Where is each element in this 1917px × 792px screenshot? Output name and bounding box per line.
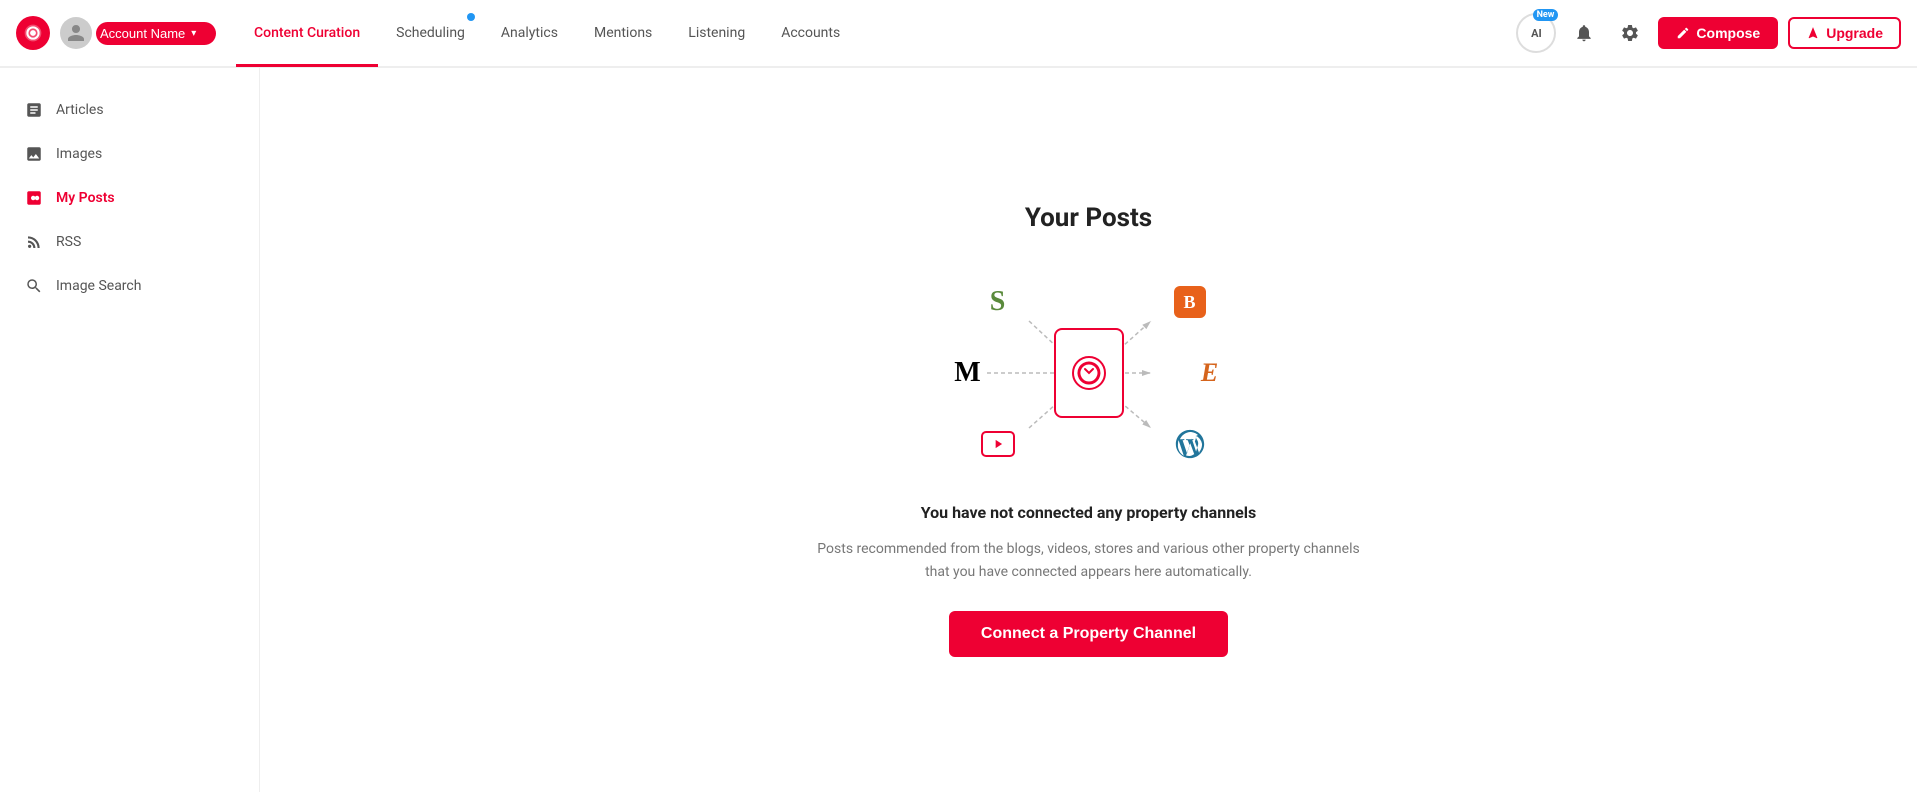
no-channels-description: Posts recommended from the blogs, videos…	[809, 538, 1369, 583]
ai-button[interactable]: AI New	[1516, 13, 1556, 53]
main-layout: Articles Images My Posts RSS Image Searc	[0, 68, 1917, 792]
sidebar-item-rss[interactable]: RSS	[0, 220, 259, 264]
youtube-icon-node	[979, 425, 1017, 463]
sidebar-item-images[interactable]: Images	[0, 132, 259, 176]
notifications-button[interactable]	[1566, 15, 1602, 51]
connect-property-channel-button[interactable]: Connect a Property Channel	[949, 611, 1228, 657]
account-name-label: Account Name	[100, 26, 185, 41]
ai-label: AI	[1531, 27, 1542, 40]
account-selector[interactable]: Account Name ▾	[96, 22, 216, 45]
sidebar-item-image-search[interactable]: Image Search	[0, 264, 259, 308]
nav-link-analytics[interactable]: Analytics	[483, 0, 576, 67]
wordpress-icon-node	[1171, 425, 1209, 463]
upgrade-label: Upgrade	[1826, 25, 1883, 41]
compose-button[interactable]: Compose	[1658, 17, 1778, 49]
user-avatar	[60, 17, 92, 49]
compose-label: Compose	[1696, 25, 1760, 41]
blogger-icon-node: B	[1171, 283, 1209, 321]
chevron-down-icon: ▾	[191, 28, 196, 39]
sidebar-item-rss-label: RSS	[56, 234, 81, 250]
sidebar: Articles Images My Posts RSS Image Searc	[0, 68, 260, 792]
page-title: Your Posts	[809, 203, 1369, 233]
rss-icon	[24, 232, 44, 252]
sidebar-item-articles[interactable]: Articles	[0, 88, 259, 132]
sidebar-item-images-label: Images	[56, 146, 102, 162]
my-posts-icon	[24, 188, 44, 208]
etsy-icon-node: E	[1191, 354, 1229, 392]
scheduling-badge	[467, 13, 475, 21]
sidebar-item-articles-label: Articles	[56, 102, 104, 118]
upgrade-button[interactable]: Upgrade	[1788, 17, 1901, 49]
images-icon	[24, 144, 44, 164]
medium-icon-node: M	[949, 354, 987, 392]
articles-icon	[24, 100, 44, 120]
nav-link-mentions[interactable]: Mentions	[576, 0, 670, 67]
nav-link-scheduling[interactable]: Scheduling	[378, 0, 483, 67]
topnav: Account Name ▾ Content Curation Scheduli…	[0, 0, 1917, 68]
posts-empty-state: Your Posts	[789, 183, 1389, 677]
shopify-icon-node: S	[979, 283, 1017, 321]
channels-diagram: S B M E	[949, 273, 1229, 473]
main-content: Your Posts	[260, 68, 1917, 792]
no-channels-title: You have not connected any property chan…	[809, 503, 1369, 522]
nav-right: AI New Compose Upgrade	[1516, 13, 1901, 53]
ai-new-badge: New	[1533, 9, 1559, 21]
nav-links: Content Curation Scheduling Analytics Me…	[236, 0, 1516, 67]
nav-link-listening[interactable]: Listening	[670, 0, 763, 67]
sidebar-item-my-posts-label: My Posts	[56, 190, 115, 206]
center-logo-card	[1054, 328, 1124, 418]
nav-link-accounts[interactable]: Accounts	[763, 0, 858, 67]
app-logo[interactable]	[16, 16, 50, 50]
sidebar-item-my-posts[interactable]: My Posts	[0, 176, 259, 220]
nav-link-content-curation[interactable]: Content Curation	[236, 0, 378, 67]
settings-button[interactable]	[1612, 15, 1648, 51]
sidebar-item-image-search-label: Image Search	[56, 278, 141, 294]
image-search-icon	[24, 276, 44, 296]
